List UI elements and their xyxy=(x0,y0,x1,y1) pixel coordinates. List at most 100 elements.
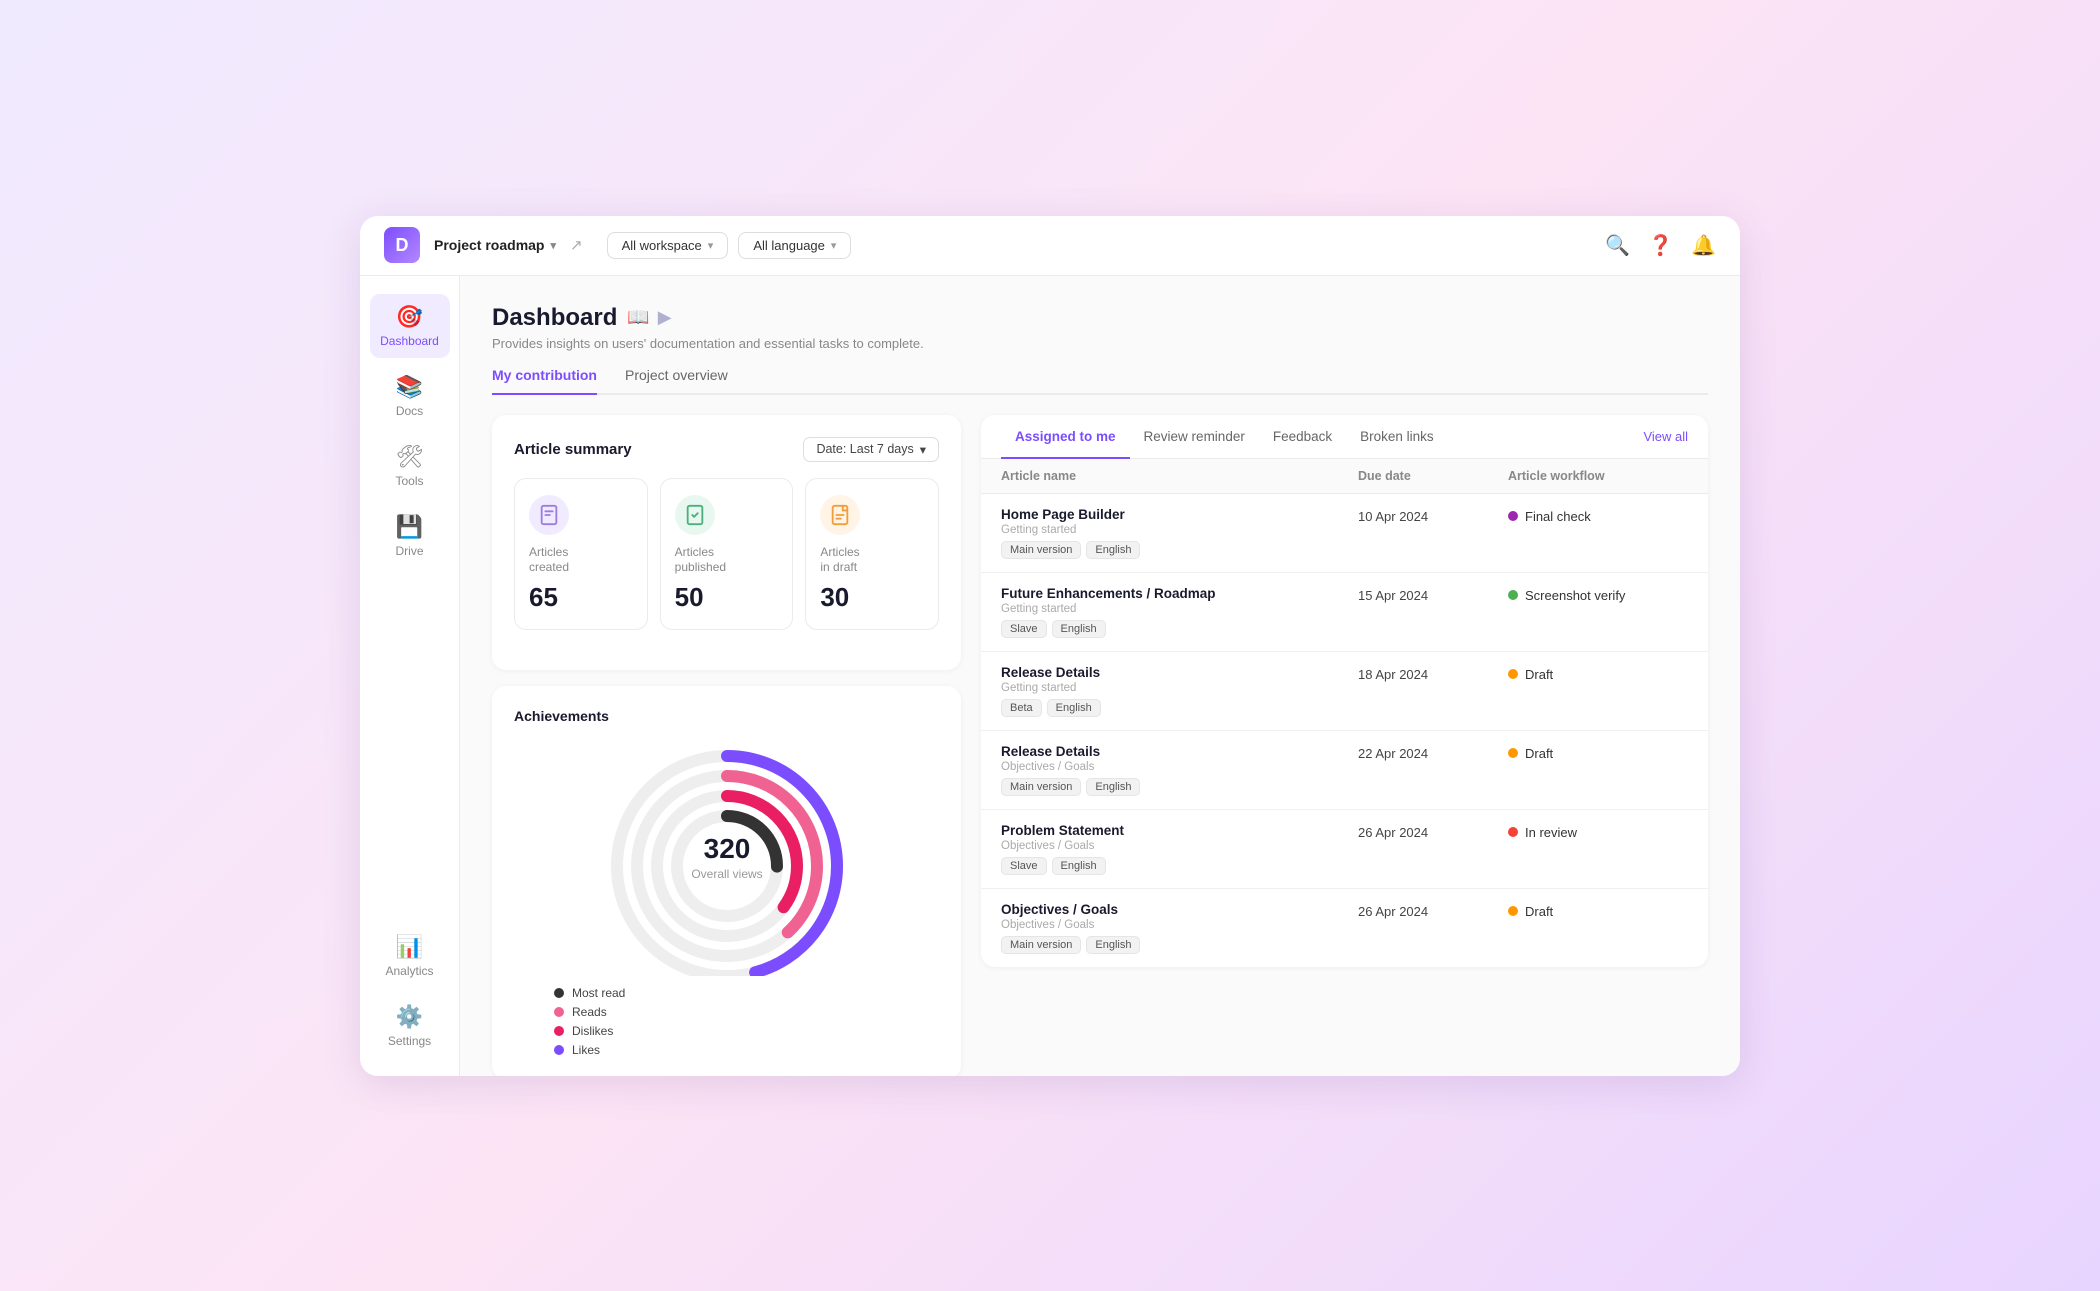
wf-dot-5 xyxy=(1508,906,1518,916)
tab-broken-links[interactable]: Broken links xyxy=(1346,415,1448,459)
due-date-0: 10 Apr 2024 xyxy=(1358,507,1508,524)
article-tags-4: Slave English xyxy=(1001,857,1358,875)
workflow-3: Draft xyxy=(1508,744,1688,761)
language-dropdown[interactable]: All language ▾ xyxy=(738,232,851,259)
table-row: Problem Statement Objectives / Goals Sla… xyxy=(981,810,1708,889)
sidebar: 🎯 Dashboard 📚 Docs 🛠 Tools 💾 Drive 📊 Ana… xyxy=(360,276,460,1076)
wf-dot-4 xyxy=(1508,827,1518,837)
article-info-4: Problem Statement Objectives / Goals Sla… xyxy=(1001,823,1358,875)
workflow-4: In review xyxy=(1508,823,1688,840)
legend-likes: Likes xyxy=(554,1043,939,1057)
articles-created-value: 65 xyxy=(529,582,633,613)
settings-icon: ⚙️ xyxy=(396,1004,423,1030)
svg-text:Overall views: Overall views xyxy=(691,867,762,881)
legend-dislikes: Dislikes xyxy=(554,1024,939,1038)
external-link-icon[interactable]: ↗ xyxy=(570,236,583,254)
articles-published-value: 50 xyxy=(675,582,779,613)
dashboard-icon: 🎯 xyxy=(396,304,423,330)
sidebar-item-analytics[interactable]: 📊 Analytics xyxy=(370,924,450,988)
sidebar-label-docs: Docs xyxy=(396,404,423,418)
sidebar-label-drive: Drive xyxy=(395,544,423,558)
language-chevron-icon: ▾ xyxy=(831,239,837,252)
date-dropdown[interactable]: Date: Last 7 days ▾ xyxy=(803,437,939,462)
article-sub-5: Objectives / Goals xyxy=(1001,919,1358,931)
due-date-4: 26 Apr 2024 xyxy=(1358,823,1508,840)
article-info-3: Release Details Objectives / Goals Main … xyxy=(1001,744,1358,796)
due-date-1: 15 Apr 2024 xyxy=(1358,586,1508,603)
wf-label-5: Draft xyxy=(1525,904,1553,919)
page-subtitle: Provides insights on users' documentatio… xyxy=(492,336,1708,351)
sidebar-item-settings[interactable]: ⚙️ Settings xyxy=(370,994,450,1058)
left-column: Article summary Date: Last 7 days ▾ xyxy=(492,415,961,1076)
project-chevron-icon: ▾ xyxy=(550,239,556,252)
wf-dot-1 xyxy=(1508,590,1518,600)
wf-dot-0 xyxy=(1508,511,1518,521)
sidebar-label-analytics: Analytics xyxy=(385,964,433,978)
panel-card: Assigned to me Review reminder Feedback … xyxy=(981,415,1708,967)
sidebar-label-settings: Settings xyxy=(388,1034,431,1048)
sidebar-item-dashboard[interactable]: 🎯 Dashboard xyxy=(370,294,450,358)
workspace-label: All workspace xyxy=(622,238,702,253)
stat-card-created: Articlescreated 65 xyxy=(514,478,648,630)
tab-project-overview[interactable]: Project overview xyxy=(625,367,728,395)
top-bar-dropdowns: All workspace ▾ All language ▾ xyxy=(607,232,852,259)
article-summary-title: Article summary xyxy=(514,441,632,458)
help-icon[interactable]: ❓ xyxy=(1648,233,1673,258)
due-date-3: 22 Apr 2024 xyxy=(1358,744,1508,761)
stat-card-draft: Articlesin draft 30 xyxy=(805,478,939,630)
view-all-link[interactable]: View all xyxy=(1643,415,1688,458)
wf-dot-3 xyxy=(1508,748,1518,758)
articles-draft-icon xyxy=(820,495,860,535)
articles-created-icon xyxy=(529,495,569,535)
tab-feedback[interactable]: Feedback xyxy=(1259,415,1346,459)
achievements-title: Achievements xyxy=(514,708,939,724)
table-row: Home Page Builder Getting started Main v… xyxy=(981,494,1708,573)
drive-icon: 💾 xyxy=(396,514,423,540)
sidebar-item-drive[interactable]: 💾 Drive xyxy=(370,504,450,568)
date-label: Date: Last 7 days xyxy=(816,442,913,456)
workflow-2: Draft xyxy=(1508,665,1688,682)
sidebar-label-tools: Tools xyxy=(395,474,423,488)
wf-label-3: Draft xyxy=(1525,746,1553,761)
play-icon[interactable]: ▶ xyxy=(658,307,672,328)
col-workflow: Article workflow xyxy=(1508,469,1688,483)
analytics-icon: 📊 xyxy=(396,934,423,960)
table-row: Release Details Objectives / Goals Main … xyxy=(981,731,1708,810)
most-read-label: Most read xyxy=(572,986,625,1000)
stats-row: Articlescreated 65 Articlespublished 50 xyxy=(514,478,939,630)
sidebar-item-docs[interactable]: 📚 Docs xyxy=(370,364,450,428)
article-sub-1: Getting started xyxy=(1001,603,1358,615)
tag: English xyxy=(1086,936,1140,954)
col-article-name: Article name xyxy=(1001,469,1358,483)
table-row: Release Details Getting started Beta Eng… xyxy=(981,652,1708,731)
page-header-icons: 📖 ▶ xyxy=(627,307,671,328)
workspace-dropdown[interactable]: All workspace ▾ xyxy=(607,232,729,259)
tag: Beta xyxy=(1001,699,1042,717)
workflow-1: Screenshot verify xyxy=(1508,586,1688,603)
sidebar-item-tools[interactable]: 🛠 Tools xyxy=(370,434,450,498)
dislikes-dot xyxy=(554,1026,564,1036)
article-tags-2: Beta English xyxy=(1001,699,1358,717)
search-icon[interactable]: 🔍 xyxy=(1605,233,1630,258)
tab-my-contribution[interactable]: My contribution xyxy=(492,367,597,395)
panel-tabs: Assigned to me Review reminder Feedback … xyxy=(981,415,1708,459)
tag: English xyxy=(1086,541,1140,559)
legend: Most read Reads Dislikes xyxy=(514,986,939,1057)
tools-icon: 🛠 xyxy=(396,444,424,470)
project-selector[interactable]: Project roadmap ▾ xyxy=(434,237,556,253)
tag: English xyxy=(1052,620,1106,638)
tab-assigned-to-me[interactable]: Assigned to me xyxy=(1001,415,1130,459)
tab-review-reminder[interactable]: Review reminder xyxy=(1130,415,1259,459)
svg-text:320: 320 xyxy=(703,833,750,864)
workflow-0: Final check xyxy=(1508,507,1688,524)
articles-published-label: Articlespublished xyxy=(675,545,779,576)
article-name-2: Release Details xyxy=(1001,665,1358,680)
articles-published-icon xyxy=(675,495,715,535)
tag: Main version xyxy=(1001,936,1081,954)
reads-dot xyxy=(554,1007,564,1017)
notifications-icon[interactable]: 🔔 xyxy=(1691,233,1716,258)
articles-table: Home Page Builder Getting started Main v… xyxy=(981,494,1708,967)
table-row: Objectives / Goals Objectives / Goals Ma… xyxy=(981,889,1708,967)
tag: English xyxy=(1052,857,1106,875)
book-icon[interactable]: 📖 xyxy=(627,307,649,328)
